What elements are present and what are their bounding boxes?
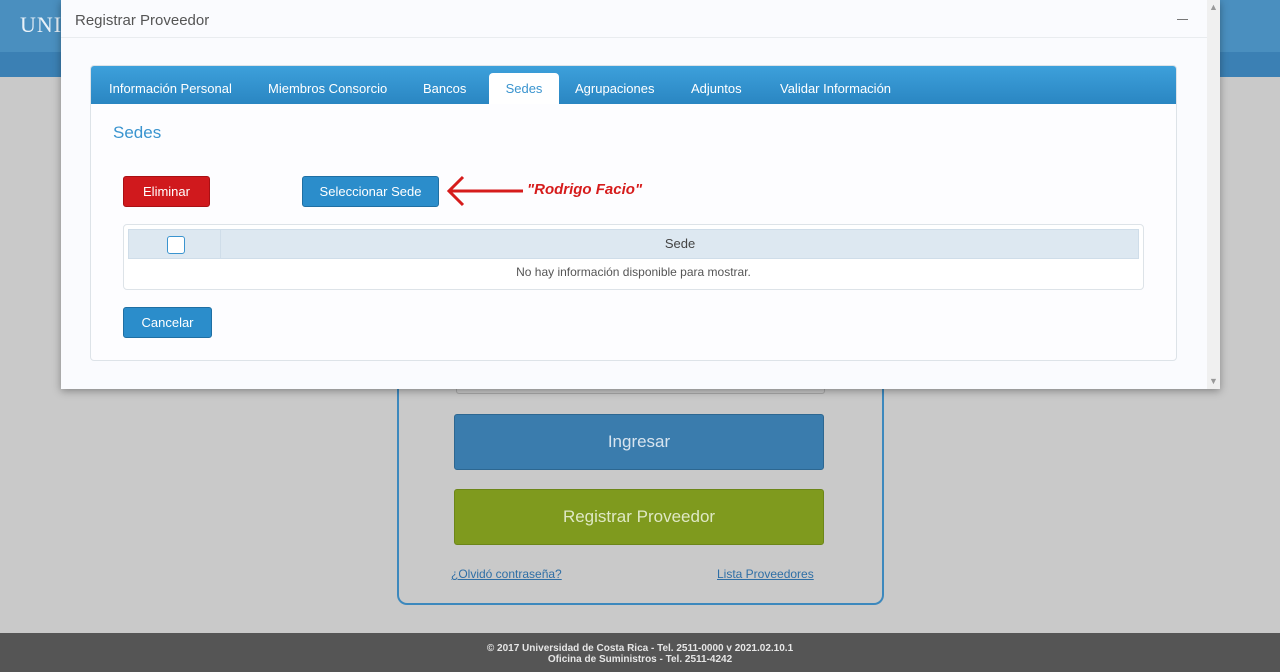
tab-bar: Información Personal Miembros Consorcio …: [91, 66, 1176, 104]
scroll-up-icon[interactable]: ▲: [1209, 2, 1218, 12]
grid-column-sede[interactable]: Sede: [222, 230, 1138, 258]
tab-panel: Información Personal Miembros Consorcio …: [90, 65, 1177, 361]
login-button[interactable]: Ingresar: [454, 414, 824, 470]
select-all-checkbox[interactable]: [167, 236, 185, 254]
footer-line-1: © 2017 Universidad de Costa Rica - Tel. …: [486, 643, 794, 654]
register-provider-button[interactable]: Registrar Proveedor: [454, 489, 824, 545]
minimize-icon[interactable]: [1177, 19, 1188, 20]
forgot-password-link[interactable]: ¿Olvidó contraseña?: [451, 567, 562, 581]
provider-list-link[interactable]: Lista Proveedores: [717, 567, 814, 581]
tab-adjuntos[interactable]: Adjuntos: [685, 73, 748, 104]
annotation-text: "Rodrigo Facio": [527, 181, 643, 198]
grid-empty-message: No hay información disponible para mostr…: [516, 265, 751, 279]
site-footer: © 2017 Universidad de Costa Rica - Tel. …: [0, 633, 1280, 672]
footer-line-2: Oficina de Suministros - Tel. 2511-4242: [547, 654, 733, 665]
section-title: Sedes: [113, 123, 162, 142]
delete-button[interactable]: Eliminar: [123, 176, 210, 207]
tab-bancos[interactable]: Bancos: [417, 73, 472, 104]
annotation-arrow-icon: [446, 175, 523, 207]
tab-validar-informacion[interactable]: Validar Información: [774, 73, 897, 104]
scroll-down-icon[interactable]: ▼: [1209, 376, 1218, 386]
grid-header: Sede: [128, 229, 1139, 259]
cancel-button[interactable]: Cancelar: [123, 307, 212, 338]
tab-miembros-consorcio[interactable]: Miembros Consorcio: [262, 73, 393, 104]
modal-scrollbar[interactable]: ▲ ▼: [1207, 0, 1220, 389]
modal-title: Registrar Proveedor: [75, 12, 210, 29]
tab-sedes[interactable]: Sedes: [489, 73, 559, 104]
select-sede-button[interactable]: Seleccionar Sede: [302, 176, 439, 207]
tab-agrupaciones[interactable]: Agrupaciones: [569, 73, 661, 104]
tab-informacion-personal[interactable]: Información Personal: [103, 73, 238, 104]
modal-titlebar: Registrar Proveedor: [61, 0, 1207, 38]
sedes-grid: Sede No hay información disponible para …: [123, 224, 1144, 290]
grid-checkbox-column: [129, 230, 221, 258]
register-provider-modal: Registrar Proveedor ▲ ▼ Información Pers…: [61, 0, 1220, 389]
